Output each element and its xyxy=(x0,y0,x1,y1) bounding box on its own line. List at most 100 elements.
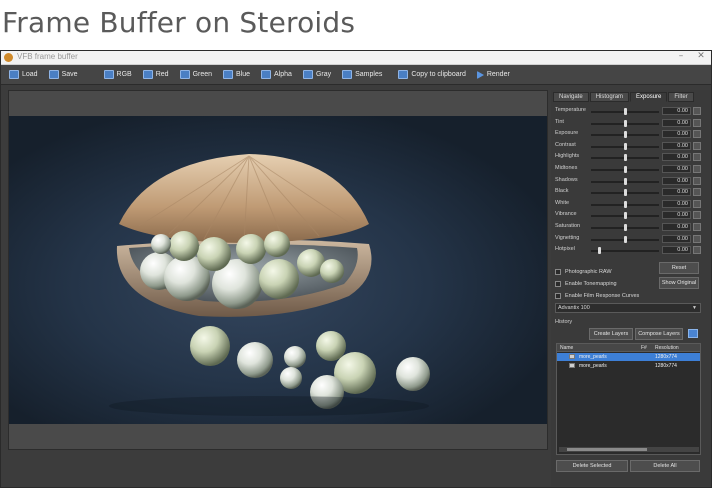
slider-row: Black 0.00 xyxy=(555,188,707,198)
render-viewport[interactable] xyxy=(8,90,548,450)
spinner-icon[interactable] xyxy=(693,118,701,127)
photographic-raw-checkbox[interactable] xyxy=(555,269,561,275)
red-channel-button[interactable]: Red xyxy=(142,67,169,83)
slider-row: Saturation 0.00 xyxy=(555,223,707,233)
spinner-icon[interactable] xyxy=(693,107,701,115)
slider-row: Midtones 0.00 xyxy=(555,165,707,175)
blue-channel-button[interactable]: Blue xyxy=(223,67,250,83)
slider-value-field[interactable]: 0.00 xyxy=(662,176,691,185)
column-resolution-header[interactable]: Resolution xyxy=(655,345,679,351)
slider-row: Temperature 0.00 xyxy=(555,107,707,117)
spinner-icon[interactable] xyxy=(693,246,701,255)
slider-value-field[interactable]: 0.00 xyxy=(662,188,691,197)
show-original-button[interactable]: Show Original xyxy=(659,277,699,289)
enable-film-response-checkbox-row[interactable]: Enable Film Response Curves xyxy=(555,291,639,301)
gray-channel-button[interactable]: Gray xyxy=(302,67,331,83)
layers-icon[interactable] xyxy=(688,329,698,338)
slider-row: Tint 0.00 xyxy=(555,118,707,129)
slider-thumb[interactable] xyxy=(624,224,627,231)
enable-tonemapping-checkbox-row[interactable]: Enable Tonemapping xyxy=(555,279,617,289)
history-row[interactable]: more_pearls 1280x774 xyxy=(557,362,700,370)
panel-tabs: Navigate Histogram Exposure Filter xyxy=(553,92,695,102)
spinner-icon[interactable] xyxy=(693,176,701,185)
slider-thumb[interactable] xyxy=(624,108,627,115)
slider-thumb[interactable] xyxy=(624,131,627,139)
slider-value-field[interactable]: 0.00 xyxy=(662,199,691,208)
history-row[interactable]: more_pearls 1280x774 xyxy=(557,353,700,361)
samples-button[interactable]: Samples xyxy=(342,67,382,83)
history-horizontal-scrollbar[interactable] xyxy=(559,447,699,452)
slider-thumb[interactable] xyxy=(624,142,627,150)
rendered-image xyxy=(9,116,547,424)
enable-tonemapping-checkbox[interactable] xyxy=(555,281,561,287)
slider-track[interactable] xyxy=(591,250,659,253)
slider-thumb[interactable] xyxy=(624,235,627,243)
enable-film-response-label: Enable Film Response Curves xyxy=(565,293,640,299)
tab-histogram[interactable]: Histogram xyxy=(589,92,630,102)
close-window-button[interactable]: ✕ xyxy=(695,51,707,61)
spinner-icon[interactable] xyxy=(693,199,701,208)
history-row-resolution: 1280x774 xyxy=(655,354,677,360)
slider-row: Vignetting 0.00 xyxy=(555,234,707,245)
slider-thumb[interactable] xyxy=(624,200,627,208)
film-preset-dropdown[interactable]: Advantix 100 ▼ xyxy=(555,303,701,313)
minimize-button[interactable]: – xyxy=(675,51,687,61)
enable-film-response-checkbox[interactable] xyxy=(555,293,561,299)
clipboard-icon xyxy=(398,70,409,79)
column-frame-header[interactable]: F# xyxy=(641,345,647,351)
chevron-down-icon: ▼ xyxy=(692,305,697,311)
rgb-label: RGB xyxy=(116,71,132,78)
slider-value-field[interactable]: 0.00 xyxy=(662,223,691,231)
slider-label: White xyxy=(555,199,570,206)
photographic-raw-checkbox-row[interactable]: Photographic RAW xyxy=(555,267,612,277)
slider-value-field[interactable]: 0.00 xyxy=(662,211,691,220)
slider-value-field[interactable]: 0.00 xyxy=(662,165,691,173)
spinner-icon[interactable] xyxy=(693,153,701,162)
slider-thumb[interactable] xyxy=(624,154,627,162)
slider-thumb[interactable] xyxy=(624,119,627,127)
compose-layers-button[interactable]: Compose Layers xyxy=(635,328,683,340)
tab-filter[interactable]: Filter xyxy=(668,92,694,102)
slider-thumb[interactable] xyxy=(598,247,602,255)
rgb-channel-button[interactable]: RGB xyxy=(103,67,132,83)
reset-button[interactable]: Reset xyxy=(659,262,699,274)
slider-value-field[interactable]: 0.00 xyxy=(662,107,691,115)
spinner-icon[interactable] xyxy=(693,234,701,243)
spinner-icon[interactable] xyxy=(693,188,701,197)
slider-thumb[interactable] xyxy=(624,189,627,197)
load-label: Load xyxy=(22,71,38,78)
slider-thumb[interactable] xyxy=(624,166,627,173)
delete-selected-button[interactable]: Delete Selected xyxy=(556,460,628,472)
alpha-channel-button[interactable]: Alpha xyxy=(261,67,292,83)
spinner-icon[interactable] xyxy=(693,223,701,231)
slider-thumb[interactable] xyxy=(624,212,627,220)
slider-value-field[interactable]: 0.00 xyxy=(662,141,691,150)
red-label: Red xyxy=(155,71,169,78)
slider-value-field[interactable]: 0.00 xyxy=(662,130,691,139)
render-label: Render xyxy=(486,71,510,78)
slider-value-field[interactable]: 0.00 xyxy=(662,234,691,243)
spinner-icon[interactable] xyxy=(693,165,701,173)
copy-to-clipboard-button[interactable]: Copy to clipboard xyxy=(398,67,466,83)
save-button[interactable]: Save xyxy=(48,67,78,83)
tab-exposure[interactable]: Exposure xyxy=(630,92,668,102)
spinner-icon[interactable] xyxy=(693,141,701,150)
slider-value-field[interactable]: 0.00 xyxy=(662,246,691,255)
render-button[interactable]: Render xyxy=(476,67,510,83)
green-label: Green xyxy=(192,71,213,78)
spinner-icon[interactable] xyxy=(693,211,701,220)
delete-all-button[interactable]: Delete All xyxy=(630,460,700,472)
slider-label: Tint xyxy=(555,118,564,125)
create-layers-button[interactable]: Create Layers xyxy=(589,328,633,340)
slider-value-field[interactable]: 0.00 xyxy=(662,153,691,162)
render-thumbnail-icon xyxy=(569,363,575,368)
tab-navigate[interactable]: Navigate xyxy=(553,92,589,102)
scrollbar-thumb[interactable] xyxy=(567,448,647,451)
load-button[interactable]: Load xyxy=(9,67,38,83)
slider-thumb[interactable] xyxy=(624,177,627,185)
spinner-icon[interactable] xyxy=(693,130,701,139)
slider-value-field[interactable]: 0.00 xyxy=(662,118,691,127)
green-channel-button[interactable]: Green xyxy=(179,67,213,83)
column-name-header[interactable]: Name xyxy=(560,345,573,351)
history-table: Name F# Resolution more_pearls 1280x774 … xyxy=(556,343,701,455)
